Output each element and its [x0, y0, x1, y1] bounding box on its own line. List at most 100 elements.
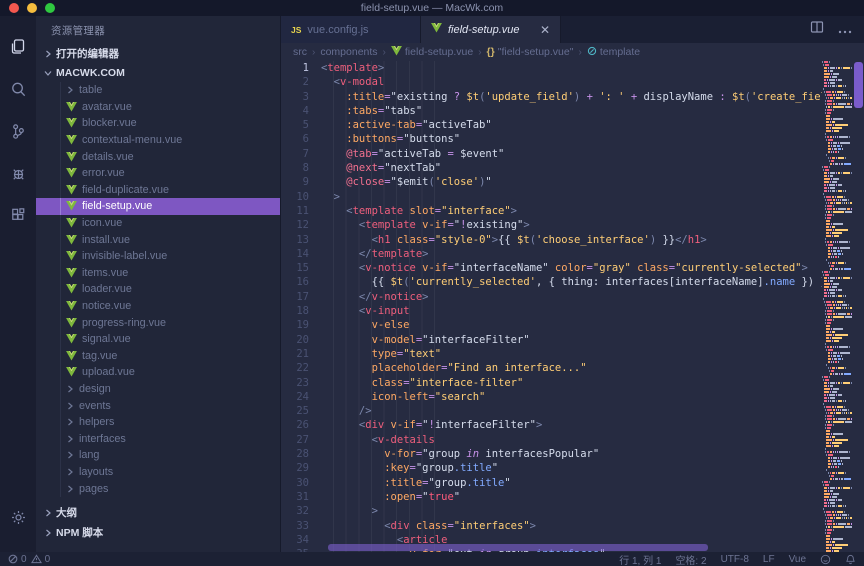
- breadcrumb-item-0[interactable]: src: [293, 46, 307, 58]
- code-line-22: placeholder="Find an interface...": [321, 361, 822, 375]
- tree-item-signal-vue[interactable]: signal.vue: [36, 331, 280, 348]
- sidebar-section-0[interactable]: 大纲: [36, 503, 280, 523]
- tree-item-pages[interactable]: pages: [36, 480, 280, 497]
- explorer-icon[interactable]: [0, 26, 36, 68]
- open-editors-section[interactable]: 打开的编辑器: [36, 44, 280, 63]
- symbol-icon: [587, 46, 597, 59]
- debug-icon[interactable]: [0, 152, 36, 194]
- tree-item-helpers[interactable]: helpers: [36, 414, 280, 431]
- tree-item-label: details.vue: [82, 151, 134, 163]
- tree-item-design[interactable]: design: [36, 381, 280, 398]
- problems-errors[interactable]: 0: [8, 554, 27, 565]
- tree-item-interfaces[interactable]: interfaces: [36, 430, 280, 447]
- tree-item-field-duplicate-vue[interactable]: field-duplicate.vue: [36, 182, 280, 199]
- tab-field-setup.vue[interactable]: field-setup.vue✕: [421, 16, 561, 43]
- tree-item-progress-ring-vue[interactable]: progress-ring.vue: [36, 314, 280, 331]
- code-line-8: @next="nextTab": [321, 161, 822, 175]
- notifications-bell-icon[interactable]: [845, 554, 856, 565]
- code-line-6: :buttons="buttons": [321, 132, 822, 146]
- tree-item-invisible-label-vue[interactable]: invisible-label.vue: [36, 248, 280, 265]
- split-editor-icon[interactable]: [810, 20, 824, 39]
- status-item[interactable]: 空格: 2: [675, 552, 706, 566]
- sidebar-section-1[interactable]: NPM 脚本: [36, 523, 280, 543]
- tree-item-upload-vue[interactable]: upload.vue: [36, 364, 280, 381]
- tree-item-label: interfaces: [79, 433, 126, 445]
- breadcrumb-item-3[interactable]: {}"field-setup.vue": [487, 46, 574, 58]
- tab-bar: JSvue.config.jsfield-setup.vue✕: [281, 16, 864, 43]
- code-line-17: </v-notice>: [321, 290, 822, 304]
- tree-item-label: lang: [79, 449, 99, 461]
- breadcrumb-item-4[interactable]: template: [587, 46, 640, 59]
- tree-item-tag-vue[interactable]: tag.vue: [36, 348, 280, 365]
- vue-file-icon: [391, 46, 402, 59]
- breadcrumb-label: field-setup.vue: [405, 46, 473, 58]
- code-line-1: <template>: [321, 61, 822, 75]
- breadcrumb-item-2[interactable]: field-setup.vue: [391, 46, 473, 59]
- tree-item-label: invisible-label.vue: [82, 250, 167, 262]
- workspace-root[interactable]: MACWK.COM: [36, 63, 280, 82]
- tree-item-table[interactable]: table: [36, 82, 280, 99]
- tree-item-label: helpers: [79, 416, 114, 428]
- breadcrumb-label: "field-setup.vue": [498, 46, 574, 58]
- vertical-scrollbar[interactable]: [852, 61, 864, 552]
- tree-item-label: field-setup.vue: [82, 200, 152, 212]
- tree-item-layouts[interactable]: layouts: [36, 464, 280, 481]
- tree-item-avatar-vue[interactable]: avatar.vue: [36, 99, 280, 116]
- vue-file-icon: [66, 102, 77, 112]
- horizontal-scrollbar-thumb[interactable]: [328, 544, 708, 551]
- close-icon[interactable]: ✕: [540, 23, 550, 37]
- breadcrumb-separator: ›: [578, 47, 581, 58]
- minimap[interactable]: [822, 61, 852, 552]
- code-line-11: <template slot="interface">: [321, 204, 822, 218]
- tree-item-install-vue[interactable]: install.vue: [36, 231, 280, 248]
- status-bar: 0 0 行 1, 列 1 空格: 2 UTF-8 LF Vue: [0, 552, 864, 566]
- tab-label: vue.config.js: [307, 24, 368, 36]
- vertical-scrollbar-thumb[interactable]: [854, 62, 863, 108]
- tree-item-loader-vue[interactable]: loader.vue: [36, 281, 280, 298]
- code-line-12: <template v-if="!existing">: [321, 218, 822, 232]
- tree-item-details-vue[interactable]: details.vue: [36, 148, 280, 165]
- source-control-icon[interactable]: [0, 110, 36, 152]
- explorer-sidebar: 资源管理器 打开的编辑器 MACWK.COM table avatar.vue bl…: [36, 16, 280, 552]
- more-actions-icon[interactable]: [838, 21, 852, 39]
- code-line-16: {{ $t('currently_selected', { thing: int…: [321, 275, 822, 289]
- chevron-right-icon: [44, 529, 52, 537]
- settings-gear-icon[interactable]: [0, 496, 36, 538]
- tree-item-lang[interactable]: lang: [36, 447, 280, 464]
- vue-file-icon: [66, 351, 77, 361]
- status-item[interactable]: 行 1, 列 1: [619, 552, 661, 566]
- tree-item-blocker-vue[interactable]: blocker.vue: [36, 115, 280, 132]
- status-item[interactable]: UTF-8: [721, 554, 749, 565]
- vue-file-icon: [66, 168, 77, 178]
- feedback-smiley-icon[interactable]: [820, 554, 831, 565]
- extensions-icon[interactable]: [0, 194, 36, 236]
- chevron-right-icon: [66, 402, 74, 410]
- code-editor[interactable]: 1234567891011121314151617181920212223242…: [281, 61, 864, 552]
- tab-vue.config.js[interactable]: JSvue.config.js: [281, 16, 421, 43]
- status-item[interactable]: Vue: [789, 554, 806, 565]
- vue-file-icon: [66, 185, 77, 195]
- code-line-3: :title="existing ? $t('update_field') + …: [321, 90, 822, 104]
- status-item[interactable]: LF: [763, 554, 775, 565]
- vue-file-icon: [66, 268, 77, 278]
- tree-item-label: tag.vue: [82, 350, 117, 362]
- code-line-14: </template>: [321, 247, 822, 261]
- tree-item-label: signal.vue: [82, 333, 131, 345]
- code-line-30: :title="group.title": [321, 476, 822, 490]
- tree-item-field-setup-vue[interactable]: field-setup.vue: [36, 198, 280, 215]
- tree-item-label: table: [79, 84, 102, 96]
- breadcrumb-item-1[interactable]: components: [320, 46, 377, 58]
- tree-item-label: avatar.vue: [82, 101, 132, 113]
- tree-item-events[interactable]: events: [36, 397, 280, 414]
- file-tree: table avatar.vue blocker.vuecontextual-men…: [36, 82, 280, 497]
- vue-file-icon: [66, 118, 77, 128]
- tree-item-items-vue[interactable]: items.vue: [36, 265, 280, 282]
- tree-item-icon-vue[interactable]: icon.vue: [36, 215, 280, 232]
- chevron-right-icon: [66, 435, 74, 443]
- explorer-header: 资源管理器: [36, 16, 280, 44]
- tree-item-error-vue[interactable]: error.vue: [36, 165, 280, 182]
- problems-warnings[interactable]: 0: [31, 554, 51, 565]
- search-icon[interactable]: [0, 68, 36, 110]
- tree-item-contextual-menu-vue[interactable]: contextual-menu.vue: [36, 132, 280, 149]
- tree-item-notice-vue[interactable]: notice.vue: [36, 298, 280, 315]
